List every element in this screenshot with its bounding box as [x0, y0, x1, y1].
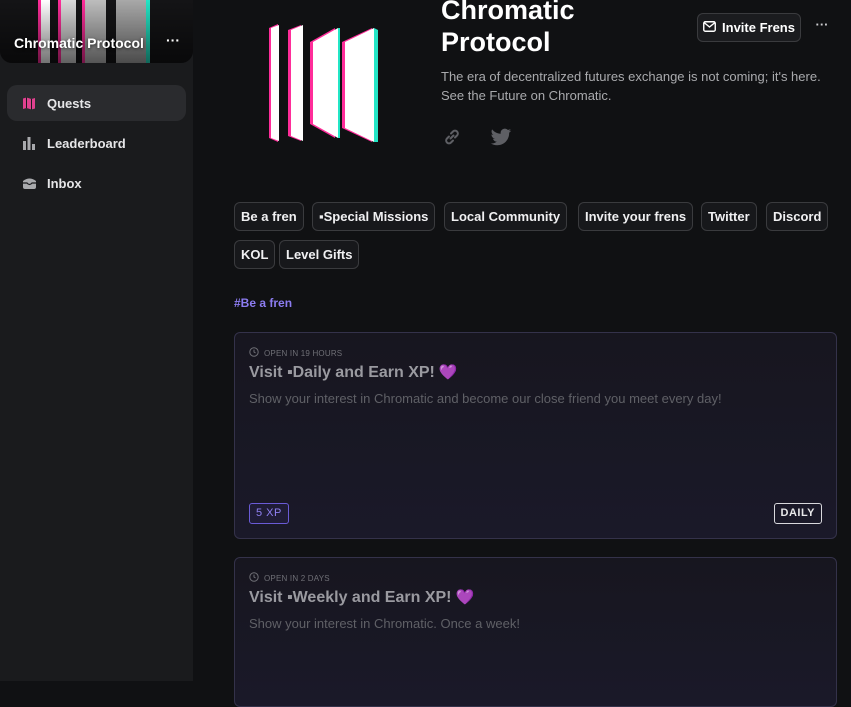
inbox-icon: [21, 175, 37, 191]
sidebar-item-leaderboard[interactable]: Leaderboard: [7, 125, 186, 161]
quest-title-text: Visit ▪Daily and Earn XP!: [249, 364, 435, 381]
sidebar-item-label: Leaderboard: [47, 135, 126, 151]
sidebar: Chromatic Protocol ··· Quests Leaderboar…: [0, 0, 193, 681]
invite-frens-button[interactable]: Invite Frens: [697, 13, 801, 42]
link-icon[interactable]: [443, 128, 461, 146]
sidebar-nav: Quests Leaderboard Inbox: [7, 85, 186, 205]
tag-level-gifts[interactable]: Level Gifts: [279, 240, 360, 269]
quest-description: Show your interest in Chromatic. Once a …: [249, 616, 520, 631]
tag-local-community[interactable]: Local Community: [444, 202, 568, 231]
quest-open-label: Open in 2 days: [264, 573, 330, 583]
quest-title: Visit ▪Weekly and Earn XP! 💜: [249, 588, 474, 607]
quest-card-weekly[interactable]: Open in 2 days Visit ▪Weekly and Earn XP…: [234, 557, 837, 707]
section-heading: #Be a fren: [234, 296, 293, 310]
mail-icon: [703, 20, 716, 35]
page-title: Chromatic Protocol: [441, 0, 575, 57]
invite-frens-label: Invite Frens: [722, 20, 795, 35]
sidebar-item-label: Inbox: [47, 175, 82, 191]
quest-xp-badge: 5 XP: [249, 503, 289, 524]
tag-invite-your-frens[interactable]: Invite your frens: [578, 202, 694, 231]
project-description: The era of decentralized futures exchang…: [441, 69, 821, 103]
sidebar-item-quests[interactable]: Quests: [7, 85, 186, 121]
project-name: Chromatic Protocol: [14, 35, 144, 51]
twitter-icon[interactable]: [490, 128, 512, 147]
quest-open-time: Open in 19 hours: [249, 347, 342, 359]
tag-discord[interactable]: Discord: [766, 202, 829, 231]
quest-open-time: Open in 2 days: [249, 572, 330, 584]
project-menu-button[interactable]: ···: [164, 33, 182, 51]
quest-description: Show your interest in Chromatic and beco…: [249, 391, 722, 406]
tag-kol[interactable]: KOL: [234, 240, 276, 269]
clock-icon: [249, 347, 259, 359]
more-options-button[interactable]: ···: [813, 18, 831, 36]
bar-chart-icon: [21, 135, 37, 151]
tag-special-missions[interactable]: ▪Special Missions: [312, 202, 436, 231]
project-card[interactable]: Chromatic Protocol ···: [0, 0, 193, 63]
sidebar-item-inbox[interactable]: Inbox: [7, 165, 186, 201]
main-content: Chromatic Protocol The era of decentrali…: [193, 0, 851, 707]
project-logo: [269, 24, 378, 142]
clock-icon: [249, 572, 259, 584]
tag-twitter[interactable]: Twitter: [701, 202, 757, 231]
heart-icon: 💜: [455, 589, 475, 606]
quest-card-daily[interactable]: Open in 19 hours Visit ▪Daily and Earn X…: [234, 332, 837, 539]
sidebar-item-label: Quests: [47, 95, 92, 111]
map-icon: [21, 95, 37, 111]
quest-open-label: Open in 19 hours: [264, 348, 343, 358]
heart-icon: 💜: [438, 364, 458, 381]
tag-be-a-fren[interactable]: Be a fren: [234, 202, 304, 231]
quest-title-text: Visit ▪Weekly and Earn XP!: [249, 589, 452, 606]
quest-frequency-badge: DAILY: [773, 503, 822, 524]
quest-title: Visit ▪Daily and Earn XP! 💜: [249, 363, 458, 382]
project-banner-image: [0, 0, 193, 63]
